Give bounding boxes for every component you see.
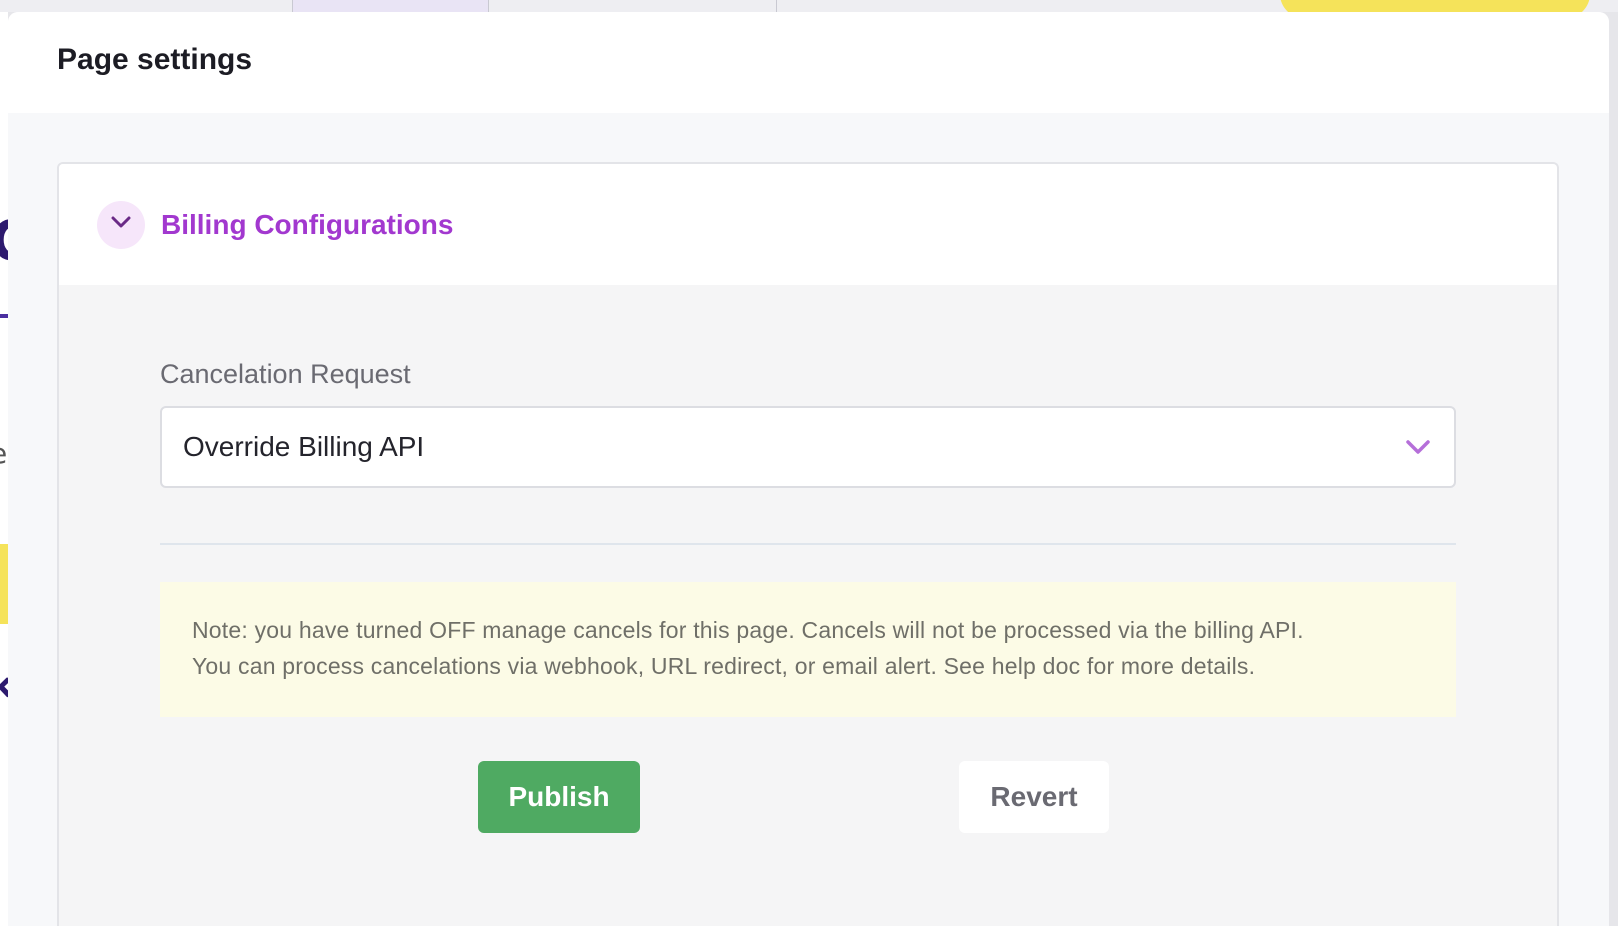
revert-button[interactable]: Revert <box>959 761 1109 833</box>
divider <box>160 543 1456 545</box>
note-text-line: Note: you have turned OFF manage cancels… <box>192 617 1304 643</box>
select-value: Override Billing API <box>183 431 425 462</box>
cancelation-request-select[interactable]: Override Billing API <box>160 406 1456 488</box>
background-yellow-tab <box>0 544 8 624</box>
note-box: Note: you have turned OFF manage cancels… <box>160 582 1456 717</box>
background-text-fragment: e <box>0 440 7 468</box>
background-tab-divider <box>488 0 489 12</box>
page-settings-modal: Page settings Billing Configurations Can… <box>8 12 1609 926</box>
chevron-down-icon <box>110 215 132 234</box>
publish-button[interactable]: Publish <box>478 761 640 833</box>
background-tab-divider <box>292 0 293 12</box>
billing-configurations-card: Billing Configurations Cancelation Reque… <box>57 162 1559 926</box>
chevron-down-icon <box>1404 433 1432 461</box>
note-text-line: You can process cancelations via webhook… <box>192 653 1256 679</box>
collapse-toggle-button[interactable] <box>97 200 145 249</box>
card-header[interactable]: Billing Configurations <box>59 164 1557 285</box>
modal-header: Page settings <box>8 12 1609 113</box>
background-underline <box>0 314 8 318</box>
section-title[interactable]: Billing Configurations <box>161 209 453 241</box>
background-active-tab <box>292 0 488 12</box>
modal-title: Page settings <box>57 42 253 76</box>
background-tab-divider <box>776 0 777 12</box>
cancelation-request-label: Cancelation Request <box>160 359 411 389</box>
